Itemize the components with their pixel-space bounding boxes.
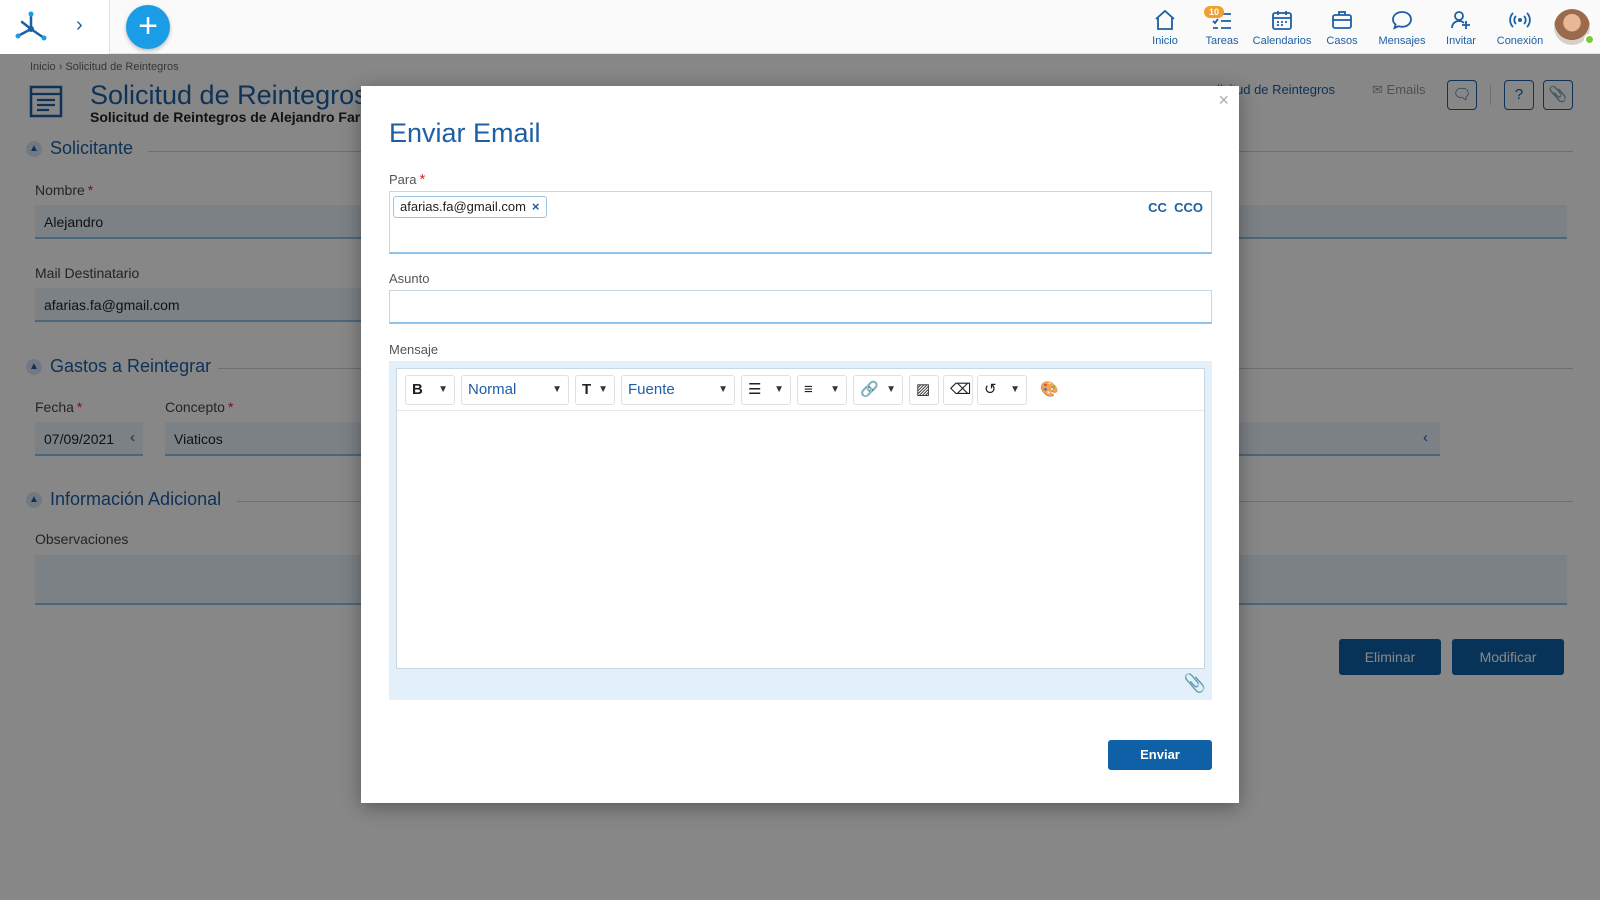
calendar-icon — [1272, 11, 1292, 30]
nav-label: Casos — [1326, 35, 1358, 47]
nav-label: Calendarios — [1252, 35, 1312, 47]
nav-tareas[interactable]: 10 Tareas — [1192, 6, 1252, 47]
nav-label: Tareas — [1205, 35, 1239, 47]
align-button[interactable]: ≡ ▼ — [797, 375, 847, 405]
subject-input[interactable] — [389, 290, 1212, 324]
text-size-icon: T — [582, 381, 592, 398]
invite-icon — [1451, 11, 1470, 29]
add-button[interactable]: + — [126, 5, 170, 49]
palette-icon: 🎨 — [1040, 381, 1059, 398]
close-icon[interactable]: × — [1218, 90, 1229, 111]
dialog-title: Enviar Email — [389, 118, 541, 148]
text-size-button[interactable]: T ▼ — [575, 375, 615, 405]
attach-file-icon[interactable]: 📎 — [1184, 673, 1206, 694]
to-label: Para * — [389, 171, 425, 188]
online-status-icon — [1584, 34, 1595, 45]
bold-label: B — [412, 381, 423, 398]
caret-down-icon: ▼ — [438, 384, 448, 395]
nav-calendarios[interactable]: Calendarios — [1252, 8, 1312, 47]
to-label-text: Para — [389, 172, 417, 187]
subject-label: Asunto — [389, 271, 430, 286]
caret-down-icon: ▼ — [886, 384, 896, 395]
image-button[interactable]: ▨ — [909, 375, 939, 405]
nav-mensajes[interactable]: Mensajes — [1372, 8, 1432, 47]
home-icon — [1155, 9, 1175, 30]
caret-down-icon: ▼ — [552, 384, 562, 395]
clear-format-button[interactable]: ⌫ — [943, 375, 973, 405]
eraser-icon: ⌫ — [950, 381, 972, 398]
nav-inicio[interactable]: Inicio — [1135, 8, 1195, 47]
top-bar: › + Inicio 10 Tareas Calendarios Casos M… — [0, 0, 1600, 54]
tasks-badge: 10 — [1204, 6, 1225, 18]
link-button[interactable]: 🔗 ▼ — [853, 375, 903, 405]
send-email-dialog: × Enviar Email Para * afarias.fa@gmail.co… — [361, 86, 1239, 803]
to-field[interactable]: afarias.fa@gmail.com × CC CCO — [389, 191, 1212, 254]
message-editor[interactable]: B ▼ Normal ▼ T ▼ Fuente ▼ ☰ ▼ ≡ ▼ 🔗 ▼ ▨ ⌫ ↺ ▼ 🎨 — [396, 368, 1205, 669]
app-logo-icon[interactable] — [14, 10, 48, 44]
nav-label: Inicio — [1152, 35, 1178, 47]
cco-link[interactable]: CCO — [1174, 200, 1203, 215]
send-button[interactable]: Enviar — [1108, 740, 1212, 770]
align-left-icon: ≡ — [804, 381, 813, 398]
expand-menu-icon[interactable]: › — [76, 14, 83, 37]
list-button[interactable]: ☰ ▼ — [741, 375, 791, 405]
font-value: Fuente — [628, 381, 675, 398]
paragraph-style-value: Normal — [468, 381, 517, 398]
caret-down-icon: ▼ — [830, 384, 840, 395]
caret-down-icon: ▼ — [718, 384, 728, 395]
link-icon: 🔗 — [860, 381, 879, 398]
caret-down-icon: ▼ — [1010, 384, 1020, 395]
nav-label: Conexión — [1496, 35, 1544, 47]
nav-casos[interactable]: Casos — [1312, 8, 1372, 47]
undo-button[interactable]: ↺ ▼ — [977, 375, 1027, 405]
recipient-email: afarias.fa@gmail.com — [400, 199, 526, 214]
nav-invitar[interactable]: Invitar — [1431, 8, 1491, 47]
caret-down-icon: ▼ — [774, 384, 784, 395]
nav-label: Mensajes — [1378, 35, 1426, 47]
broadcast-icon — [1509, 12, 1531, 28]
chat-icon — [1392, 11, 1412, 30]
undo-icon: ↺ — [984, 381, 997, 398]
color-button[interactable]: 🎨 — [1033, 375, 1063, 405]
recipient-chip[interactable]: afarias.fa@gmail.com × — [393, 196, 547, 218]
nav-conexion[interactable]: Conexión — [1490, 8, 1550, 47]
logo-area: › — [0, 0, 110, 54]
caret-down-icon: ▼ — [598, 384, 608, 395]
bulleted-list-icon: ☰ — [748, 381, 762, 398]
message-editor-wrapper: B ▼ Normal ▼ T ▼ Fuente ▼ ☰ ▼ ≡ ▼ 🔗 ▼ ▨ ⌫ ↺ ▼ 🎨 … — [389, 361, 1212, 700]
cc-links: CC CCO — [1148, 200, 1203, 215]
required-marker: * — [419, 171, 426, 188]
nav-label: Invitar — [1446, 35, 1476, 47]
briefcase-icon — [1332, 11, 1352, 29]
image-icon: ▨ — [916, 381, 931, 398]
message-label: Mensaje — [389, 342, 439, 357]
bold-button[interactable]: B ▼ — [405, 375, 455, 405]
font-select[interactable]: Fuente ▼ — [621, 375, 735, 405]
editor-toolbar: B ▼ Normal ▼ T ▼ Fuente ▼ ☰ ▼ ≡ ▼ 🔗 ▼ ▨ ⌫ ↺ ▼ 🎨 — [397, 369, 1204, 411]
paragraph-style-select[interactable]: Normal ▼ — [461, 375, 569, 405]
remove-recipient-icon[interactable]: × — [532, 199, 540, 214]
cc-link[interactable]: CC — [1148, 200, 1167, 215]
